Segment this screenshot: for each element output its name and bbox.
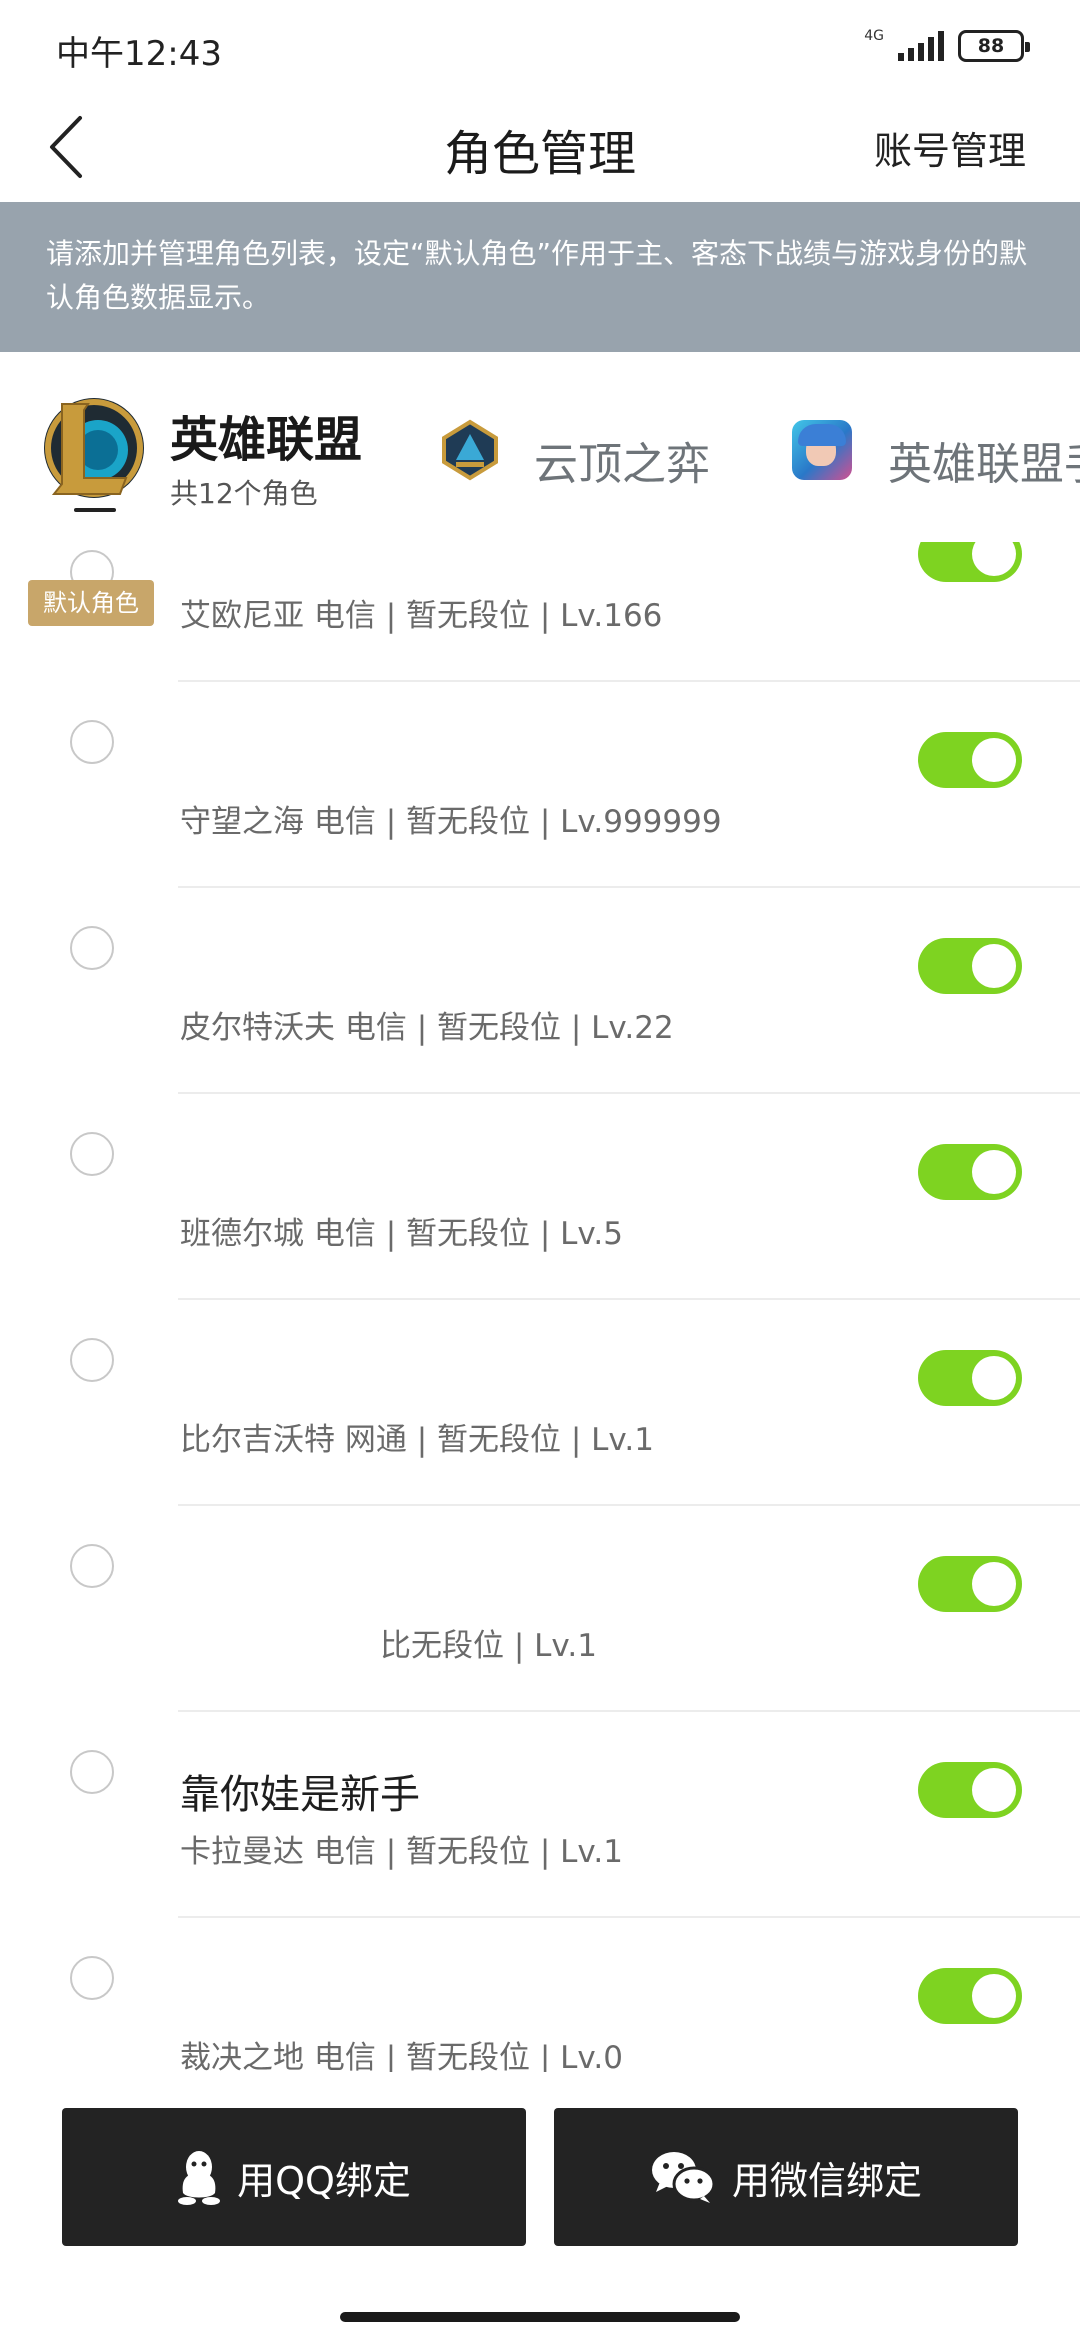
wechat-icon	[651, 2152, 716, 2203]
role-enable-toggle[interactable]	[918, 1144, 1022, 1200]
toggle-knob	[972, 944, 1016, 988]
role-enable-toggle[interactable]	[918, 1556, 1022, 1612]
league-of-legends-logo-icon	[44, 398, 144, 498]
tab-league-of-legends-label: 英雄联盟	[170, 412, 363, 468]
role-item[interactable]: 皮尔特沃夫 电信 | 暂无段位 | Lv.22	[0, 888, 1080, 1094]
role-info: 艾欧尼亚 电信 | 暂无段位 | Lv.166	[180, 598, 663, 634]
toggle-knob	[972, 1974, 1016, 2018]
toggle-knob	[972, 542, 1016, 576]
bind-wechat-button[interactable]: 用微信绑定	[554, 2108, 1018, 2246]
chevron-left-icon	[50, 116, 82, 178]
role-info: 比尔吉沃特 网通 | 暂无段位 | Lv.1	[180, 1422, 654, 1458]
role-info: 卡拉曼达 电信 | 暂无段位 | Lv.1	[180, 1834, 623, 1870]
bottom-bar: 用QQ绑定 用微信绑定	[0, 2072, 1080, 2340]
signal-icon	[898, 31, 944, 61]
network-type: 4G	[864, 28, 884, 44]
default-role-badge: 默认角色	[28, 580, 154, 626]
battery-level: 88	[977, 35, 1005, 57]
role-item[interactable]: 守望之海 电信 | 暂无段位 | Lv.999999	[0, 682, 1080, 888]
home-indicator[interactable]	[340, 2312, 740, 2322]
game-tabs: 英雄联盟 共12个角色 云顶之弈 英雄联盟手	[0, 352, 1080, 542]
role-item[interactable]: 班德尔城 电信 | 暂无段位 | Lv.5	[0, 1094, 1080, 1300]
role-item[interactable]: 比尔吉沃特 网通 | 暂无段位 | Lv.1	[0, 1300, 1080, 1506]
role-item[interactable]: 裁决之地 电信 | 暂无段位 | Lv.0	[0, 1918, 1080, 2072]
toggle-knob	[972, 1356, 1016, 1400]
role-enable-toggle[interactable]	[918, 938, 1022, 994]
toggle-knob	[972, 738, 1016, 782]
role-item[interactable]: 靠你娃是新手 卡拉曼达 电信 | 暂无段位 | Lv.1	[0, 1712, 1080, 1918]
default-role-radio[interactable]	[70, 926, 114, 970]
tab-teamfight-tactics-label: 云顶之弈	[534, 439, 710, 490]
role-info: 班德尔城 电信 | 暂无段位 | Lv.5	[180, 1216, 623, 1252]
bind-qq-label: 用QQ绑定	[237, 2158, 411, 2203]
toggle-knob	[972, 1562, 1016, 1606]
role-info: 守望之海 电信 | 暂无段位 | Lv.999999	[180, 804, 722, 840]
role-enable-toggle[interactable]	[918, 1350, 1022, 1406]
role-enable-toggle[interactable]	[918, 1968, 1022, 2024]
default-role-radio[interactable]	[70, 720, 114, 764]
teamfight-tactics-icon	[442, 419, 498, 481]
default-role-radio[interactable]	[70, 1338, 114, 1382]
qq-penguin-icon	[178, 2151, 221, 2205]
tab-wild-rift-label: 英雄联盟手	[888, 439, 1080, 490]
toggle-knob	[972, 1768, 1016, 1812]
default-role-radio[interactable]	[70, 1750, 114, 1794]
status-indicators: 4G 88	[864, 26, 1030, 66]
role-count: 共12个角色	[170, 477, 318, 510]
status-time: 中午12:43	[56, 34, 222, 74]
default-role-radio[interactable]	[70, 1132, 114, 1176]
toggle-knob	[972, 1150, 1016, 1194]
bind-wechat-label: 用微信绑定	[731, 2158, 922, 2203]
default-role-radio[interactable]	[70, 1544, 114, 1588]
default-role-radio[interactable]	[70, 1956, 114, 2000]
role-info: 比无段位 | Lv.1	[380, 1628, 597, 1664]
wild-rift-icon	[792, 420, 852, 480]
notice-text: 请添加并管理角色列表，设定“默认角色”作用于主、客态下战绩与游戏身份的默认角色数…	[46, 237, 1028, 314]
back-button[interactable]	[38, 110, 108, 180]
bind-qq-button[interactable]: 用QQ绑定	[62, 2108, 526, 2246]
status-bar: 中午12:43 4G 88	[0, 0, 1080, 90]
tab-selected-indicator	[74, 508, 116, 512]
role-list: 默认角色 艾欧尼亚 电信 | 暂无段位 | Lv.166 守望之海 电信 | 暂…	[0, 542, 1080, 2072]
nav-header: 角色管理 账号管理	[0, 90, 1080, 202]
role-item[interactable]: 比无段位 | Lv.1	[0, 1506, 1080, 1712]
role-info: 皮尔特沃夫 电信 | 暂无段位 | Lv.22	[180, 1010, 674, 1046]
role-name: 靠你娃是新手	[180, 1772, 420, 1818]
notice-banner: 请添加并管理角色列表，设定“默认角色”作用于主、客态下战绩与游戏身份的默认角色数…	[0, 202, 1080, 352]
role-enable-toggle[interactable]	[918, 732, 1022, 788]
role-enable-toggle[interactable]	[918, 542, 1022, 582]
role-item[interactable]: 默认角色 艾欧尼亚 电信 | 暂无段位 | Lv.166	[0, 542, 1080, 682]
role-enable-toggle[interactable]	[918, 1762, 1022, 1818]
battery-icon: 88	[958, 30, 1030, 62]
account-management-link[interactable]: 账号管理	[874, 120, 1026, 175]
role-info: 裁决之地 电信 | 暂无段位 | Lv.0	[180, 2040, 623, 2072]
